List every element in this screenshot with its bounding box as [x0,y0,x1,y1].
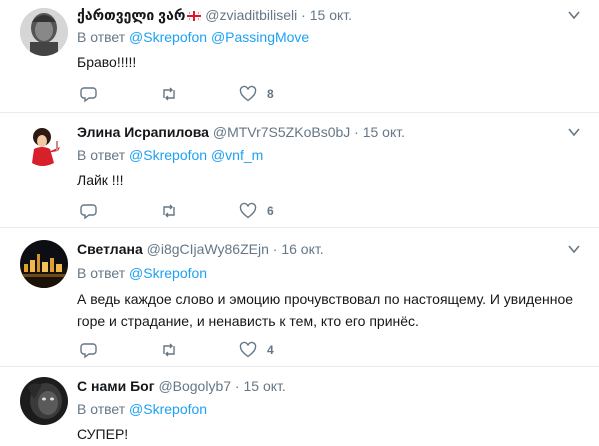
reply-context: В ответ @Skrepofon @vnf_m [77,146,263,164]
reply-prefix: В ответ [77,147,126,163]
like-count: 4 [267,343,274,357]
separator-dot: · [301,7,306,23]
mention-link[interactable]: @Skrepofon [129,265,207,281]
avatar[interactable] [20,377,68,425]
avatar-image [20,123,68,171]
reply-prefix: В ответ [77,401,126,417]
mention-link[interactable]: @Skrepofon [129,29,207,45]
tweet-3: Светлана @i8gCIjaWy86ZEjn · 16 окт. В от… [0,228,599,366]
author-handle[interactable]: @MTVr7S5ZKoBs0bJ [213,124,350,140]
author-name[interactable]: Светлана [77,241,143,257]
reply-context: В ответ @Skrepofon [77,400,207,418]
like-count: 6 [267,204,274,218]
reply-icon [80,343,97,359]
author-handle[interactable]: @i8gCIjaWy86ZEjn [147,241,269,257]
author-name[interactable]: Элина Исрапилова [77,124,209,140]
mention-link[interactable]: @Skrepofon [129,401,207,417]
tweet-actions: 6 [77,201,377,221]
separator-dot: · [272,241,278,257]
tweet-actions: 8 [77,84,377,104]
author-name[interactable]: С нами Бог [77,378,155,394]
like-button[interactable]: 8 [239,84,274,104]
tweet-text: Лайк !!! [77,172,124,188]
avatar-image [20,8,68,56]
tweet-date[interactable]: 15 окт. [310,7,352,23]
author-handle[interactable]: @zviaditbiliseli [205,7,297,23]
like-icon [239,341,257,358]
tweet-date[interactable]: 15 окт. [243,378,285,394]
reply-context: В ответ @Skrepofon @PassingMove [77,28,309,46]
like-count: 8 [267,87,274,101]
tweet-text: А ведь каждое слово и эмоцию прочувствов… [77,291,574,329]
mention-link[interactable]: @Skrepofon [129,147,207,163]
tweet-text: СУПЕР! [77,426,129,442]
reply-button[interactable] [80,201,98,221]
reply-prefix: В ответ [77,29,126,45]
tweet-2: Элина Исрапилова @MTVr7S5ZKoBs0bJ · 15 о… [0,113,599,227]
reply-button[interactable] [80,84,98,104]
reply-prefix: В ответ [77,265,126,281]
retweet-button[interactable] [160,84,178,104]
retweet-button[interactable] [160,201,178,221]
tweet-4: С нами Бог @Bogolyb7 · 15 окт. В ответ @… [0,367,599,446]
like-icon [239,202,257,219]
like-button[interactable]: 6 [239,201,274,221]
author-handle[interactable]: @Bogolyb7 [158,378,231,394]
like-button[interactable]: 4 [239,340,274,360]
reply-icon [80,87,97,103]
retweet-icon [163,343,175,357]
georgia-flag-icon [187,11,202,21]
reply-icon [80,204,97,220]
tweet-date[interactable]: 15 окт. [363,124,405,140]
retweet-icon [163,87,175,101]
mention-link[interactable]: @PassingMove [211,29,309,45]
author-name[interactable]: ქართველი ვარ [77,7,185,23]
mention-link[interactable]: @vnf_m [211,147,263,163]
separator-dot: · [354,124,359,140]
tweet-date[interactable]: 16 окт. [281,241,323,257]
avatar[interactable] [20,123,68,171]
caret-down-icon[interactable] [567,8,581,22]
tweet-1: ქართველი ვარ @zviaditbiliseli · 15 окт. … [0,0,599,112]
like-icon [239,85,257,102]
retweet-button[interactable] [160,340,178,360]
reply-context: В ответ @Skrepofon [77,264,207,282]
retweet-icon [163,204,175,218]
avatar-image [20,377,68,425]
tweet-text: Браво!!!!! [77,54,137,70]
avatar[interactable] [20,8,68,56]
separator-dot: · [234,378,240,394]
reply-button[interactable] [80,340,98,360]
avatar-image [20,240,68,288]
tweet-actions: 4 [77,340,377,360]
caret-down-icon[interactable] [567,125,581,139]
avatar[interactable] [20,240,68,288]
caret-down-icon[interactable] [567,242,581,256]
